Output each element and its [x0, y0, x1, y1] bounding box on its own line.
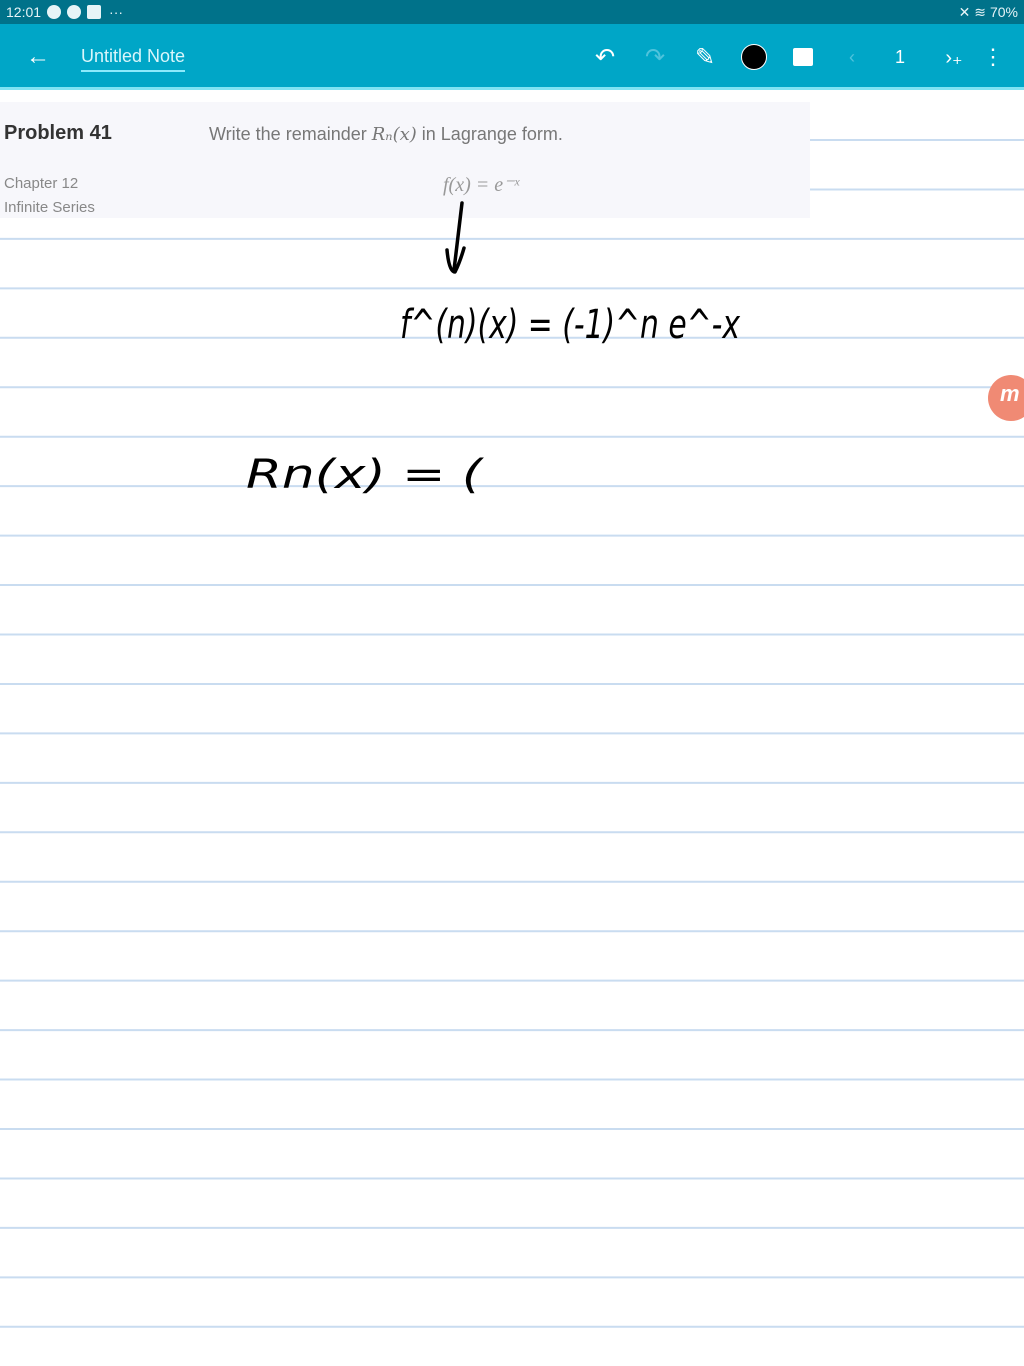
handwritten-arrow [445, 201, 466, 274]
handwritten-remainder-line: Rn(x) = ( [246, 452, 485, 498]
handwriting-canvas[interactable]: f^(n)(x) = (-1)^n e^-x Rn(x) = ( [0, 0, 1024, 1366]
handwritten-derivative-line: f^(n)(x) = (-1)^n e^-x [400, 302, 740, 348]
